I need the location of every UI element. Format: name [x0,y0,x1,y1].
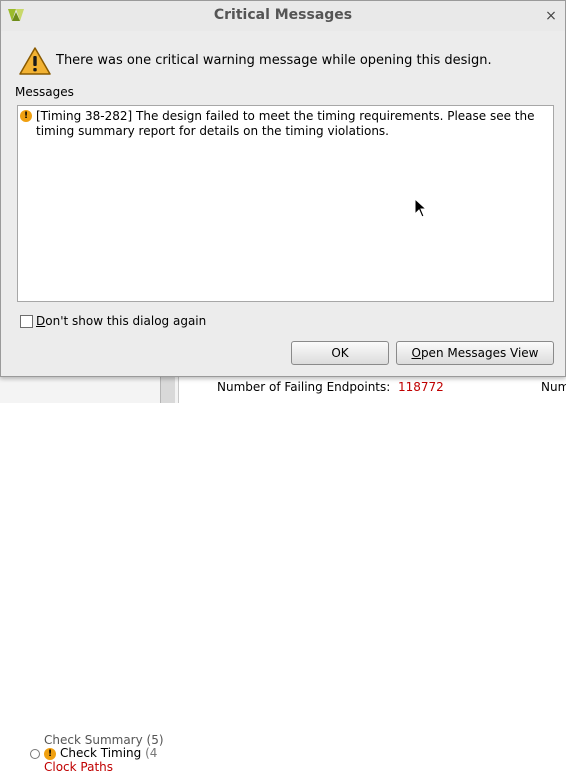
tree-item-count: (4 [145,746,158,760]
critical-warning-icon: ! [20,110,32,122]
critical-messages-dialog: Critical Messages × There was one critic… [0,0,566,377]
dont-show-again-label[interactable]: Don't show this dialog again [36,314,206,328]
close-button[interactable]: × [543,8,559,24]
tree-item-check-summary[interactable]: Check Summary (5) [44,733,164,747]
warning-triangle-icon [19,47,51,75]
messages-list[interactable]: ! [Timing 38-282] The design failed to m… [17,105,554,302]
tree-item-label: Check Timing [60,746,142,760]
dont-show-again-checkbox[interactable] [20,315,33,328]
tree-item-check-timing[interactable]: ! Check Timing (4 [30,746,157,760]
dialog-intro-text: There was one critical warning message w… [56,53,492,68]
warning-icon: ! [44,747,56,760]
metric-label-truncated: Num [541,380,566,394]
ok-button[interactable]: OK [291,341,389,365]
message-text: [Timing 38-282] The design failed to mee… [36,109,535,138]
mouse-cursor-icon [414,198,426,218]
messages-section-label: Messages [15,85,74,99]
failing-endpoints-value: 118772 [398,380,444,394]
open-messages-view-button[interactable]: Open Messages View [396,341,554,365]
failing-endpoints-label: Number of Failing Endpoints: [217,380,391,394]
dialog-titlebar[interactable]: Critical Messages × [1,1,565,31]
tree-item-clock-paths[interactable]: Clock Paths [44,760,113,774]
dialog-title: Critical Messages [213,7,353,23]
tree-expand-icon[interactable] [30,748,40,759]
